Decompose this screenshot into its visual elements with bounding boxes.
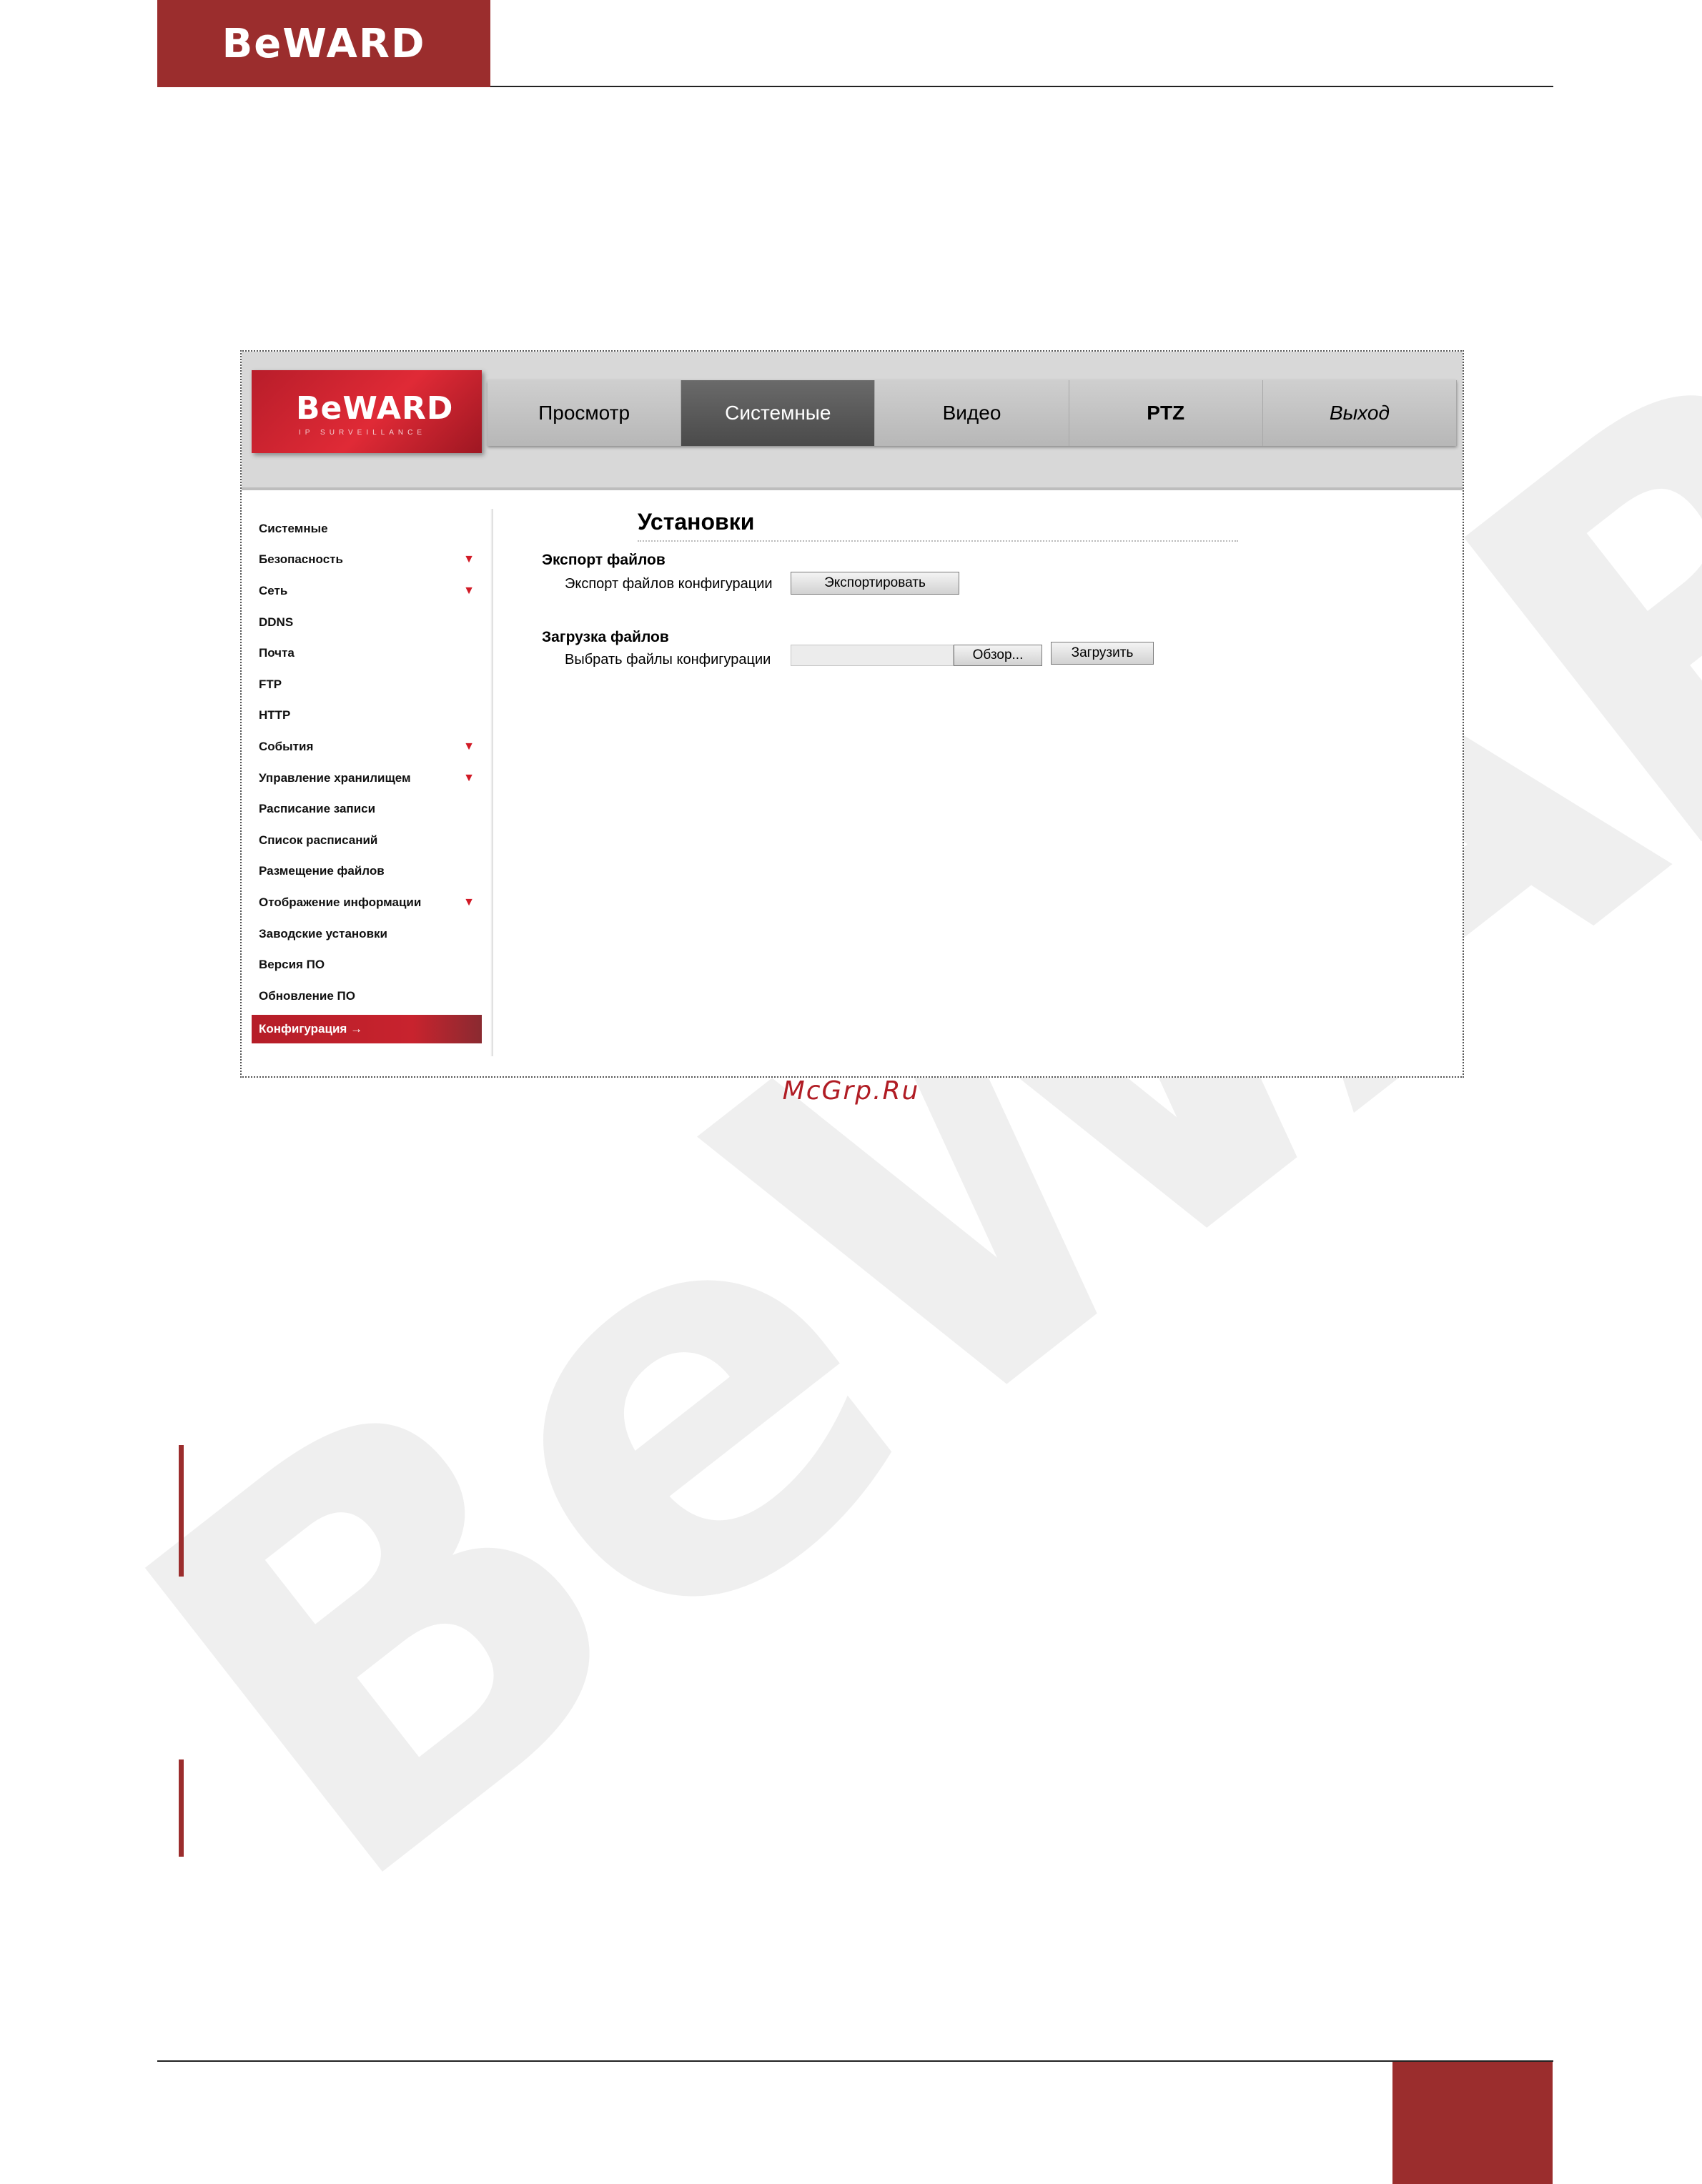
sidebar-item-events[interactable]: События ▼ <box>252 731 482 763</box>
upload-row-label: Выбрать файлы конфигурации <box>565 652 771 667</box>
main-nav: Просмотр Системные Видео PTZ Выход <box>488 380 1458 446</box>
page-logo: BeWARD <box>157 0 490 87</box>
app-logo-brand: BeWARD <box>296 390 454 427</box>
config-file-input[interactable] <box>791 645 954 666</box>
sidebar-item-label: Версия ПО <box>259 958 325 972</box>
sidebar-item-label: Сеть <box>259 583 288 597</box>
tab-system[interactable]: Системные <box>681 380 876 446</box>
tab-video[interactable]: Видео <box>875 380 1069 446</box>
sidebar-item-label: События <box>259 739 314 753</box>
sidebar-divider <box>490 509 493 1056</box>
sidebar-item-network[interactable]: Сеть ▼ <box>252 575 482 607</box>
sidebar-item-schedule-list[interactable]: Список расписаний <box>252 825 482 856</box>
sidebar-item-ftp[interactable]: FTP <box>252 669 482 700</box>
upload-button[interactable]: Загрузить <box>1051 642 1154 665</box>
sidebar-item-label: FTP <box>259 677 282 691</box>
triangle-down-icon[interactable]: ▼ <box>463 553 475 566</box>
sidebar-item-label: Заводские установки <box>259 926 387 940</box>
sidebar-item-label: Размещение файлов <box>259 864 385 878</box>
export-section-title: Экспорт файлов <box>542 552 666 568</box>
tab-ptz[interactable]: PTZ <box>1069 380 1263 446</box>
sidebar-item-http[interactable]: HTTP <box>252 700 482 732</box>
margin-marker <box>179 1445 184 1577</box>
figure-caption: McGrp.Ru <box>782 1076 920 1106</box>
sidebar-item-firmware-version[interactable]: Версия ПО <box>252 949 482 981</box>
sidebar-item-label: Отображение информации <box>259 895 422 909</box>
sidebar-item-ddns[interactable]: DDNS <box>252 607 482 638</box>
sidebar-item-label-text: Конфигурация <box>259 1021 347 1036</box>
tab-logout[interactable]: Выход <box>1263 380 1458 446</box>
triangle-down-icon[interactable]: ▼ <box>463 896 475 909</box>
app-logo[interactable]: BeWARD IP SURVEILLANCE <box>252 370 482 453</box>
upload-section-title: Загрузка файлов <box>542 629 669 645</box>
browse-button[interactable]: Обзор... <box>954 645 1042 666</box>
sidebar-item-label: Список расписаний <box>259 833 378 847</box>
tab-view[interactable]: Просмотр <box>488 380 682 446</box>
app-header: BeWARD IP SURVEILLANCE Просмотр Системны… <box>242 352 1463 489</box>
sidebar: Системные Безопасность ▼ Сеть ▼ DDNS Почта… <box>252 513 482 1043</box>
sidebar-item-factory-defaults[interactable]: Заводские установки <box>252 918 482 950</box>
footer-rule <box>157 2060 1553 2062</box>
sidebar-item-system[interactable]: Системные <box>252 513 482 545</box>
page-title: Установки <box>638 509 755 535</box>
sidebar-item-firmware-update[interactable]: Обновление ПО <box>252 981 482 1012</box>
page-header-rule <box>490 86 1553 87</box>
triangle-down-icon[interactable]: ▼ <box>463 740 475 753</box>
sidebar-item-security[interactable]: Безопасность ▼ <box>252 545 482 576</box>
sidebar-item-label: HTTP <box>259 708 291 723</box>
sidebar-item-mail[interactable]: Почта <box>252 637 482 669</box>
footer-page-block <box>1392 2062 1553 2184</box>
triangle-down-icon[interactable]: ▼ <box>463 585 475 597</box>
sidebar-item-file-location[interactable]: Размещение файлов <box>252 856 482 888</box>
triangle-down-icon[interactable]: ▼ <box>463 772 475 785</box>
sidebar-item-label: Безопасность <box>259 552 343 567</box>
sidebar-item-label: Конфигурация → <box>259 1022 362 1036</box>
sidebar-item-info-display[interactable]: Отображение информации ▼ <box>252 887 482 918</box>
sidebar-item-configuration[interactable]: Конфигурация → <box>252 1014 482 1043</box>
sidebar-item-storage[interactable]: Управление хранилищем ▼ <box>252 763 482 794</box>
title-underline <box>638 540 1238 542</box>
export-button[interactable]: Экспортировать <box>791 572 959 595</box>
page-logo-text: BeWARD <box>222 20 426 67</box>
sidebar-item-record-schedule[interactable]: Расписание записи <box>252 793 482 825</box>
sidebar-item-label: Расписание записи <box>259 802 376 816</box>
margin-marker <box>179 1759 184 1857</box>
arrow-right-icon: → <box>350 1021 363 1036</box>
sidebar-item-label: Почта <box>259 646 295 660</box>
export-row-label: Экспорт файлов конфигурации <box>565 576 773 592</box>
sidebar-item-label: Управление хранилищем <box>259 770 411 785</box>
screenshot-frame: BeWARD IP SURVEILLANCE Просмотр Системны… <box>240 350 1464 1078</box>
sidebar-item-label: Обновление ПО <box>259 988 355 1003</box>
header-divider <box>242 487 1463 490</box>
app-logo-tagline: IP SURVEILLANCE <box>299 429 427 437</box>
sidebar-item-label: DDNS <box>259 615 294 629</box>
sidebar-item-label: Системные <box>259 521 328 535</box>
